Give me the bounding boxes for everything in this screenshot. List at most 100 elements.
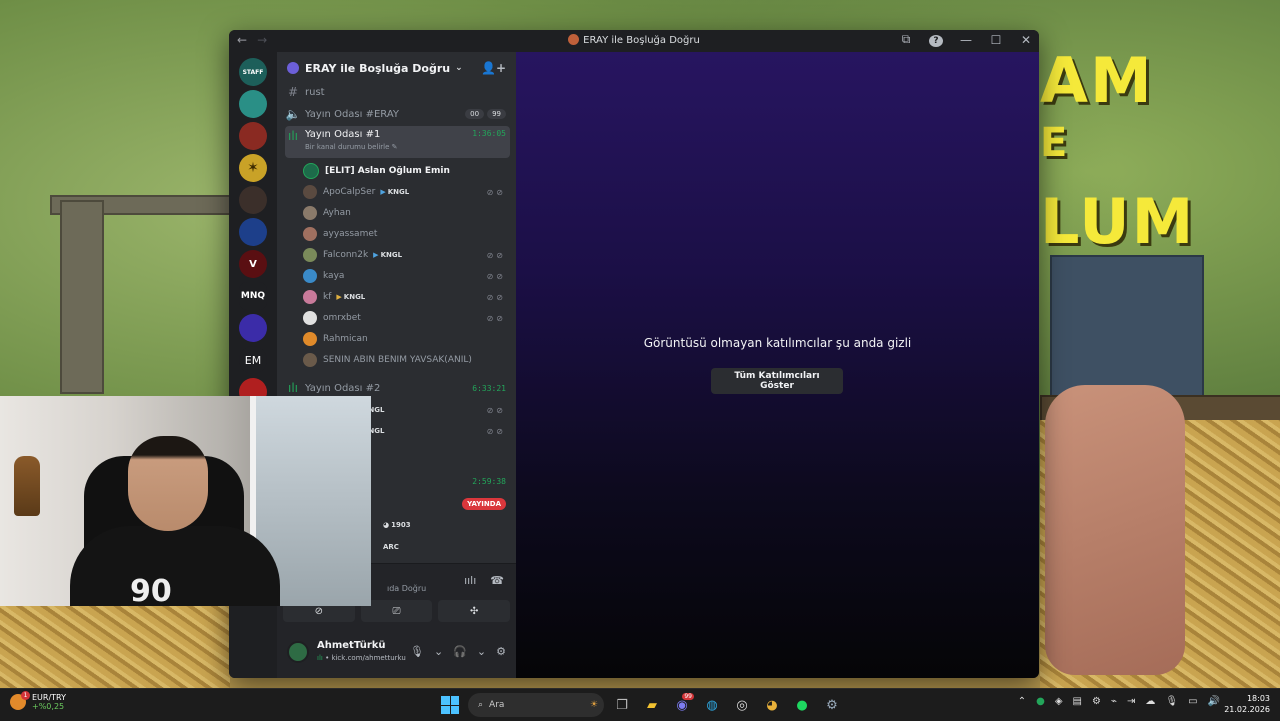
voice-user-row[interactable]: kaya ⊘⊘ xyxy=(303,266,510,286)
mute-deafen-icons: ⊘⊘ xyxy=(486,292,506,302)
user-status: ılı • kick.com/ahmetturku xyxy=(317,654,406,662)
disconnect-icon[interactable]: ☎ xyxy=(490,574,504,587)
window-controls: ⧉ ? — ☐ ✕ xyxy=(899,32,1033,47)
tray-app-icon[interactable]: ▤ xyxy=(1073,696,1082,707)
channel-rust[interactable]: # rust xyxy=(285,82,510,102)
live-badge: YAYINDA xyxy=(462,498,506,510)
channel-voice-1[interactable]: ılı Yayın Odası #1 1:36:05 Bir kanal duru… xyxy=(285,126,510,158)
wallpaper-text-lum: LUM xyxy=(1040,185,1196,258)
tray-steam-icon[interactable]: ⚙ xyxy=(1092,696,1101,707)
discord-icon[interactable]: ◉ 99 xyxy=(670,693,694,717)
server-teal[interactable] xyxy=(239,90,267,118)
voice-channel-label[interactable]: ıda Doğru xyxy=(387,584,426,593)
mute-deafen-icons: ⊘⊘ xyxy=(486,187,506,197)
ticker-widget[interactable]: 1 EUR/TRY +%0,25 xyxy=(10,691,66,711)
maximize-button[interactable]: ☐ xyxy=(989,33,1003,47)
inbox-icon[interactable]: ⧉ xyxy=(899,32,913,47)
hay-bale-left xyxy=(0,600,230,688)
headphones-icon[interactable]: 🎧 xyxy=(453,645,467,658)
server-em[interactable]: EM xyxy=(239,346,267,374)
channel-voice-eray[interactable]: 🔈 Yayın Odası #ERAY 00 99 xyxy=(285,104,510,124)
spotify-icon[interactable]: ● xyxy=(790,693,814,717)
tray-app-icon[interactable]: ◈ xyxy=(1055,696,1063,707)
tray-app-icon[interactable]: ☁ xyxy=(1145,696,1155,707)
show-all-participants-button[interactable]: Tüm Katılımcıları Göster xyxy=(711,368,843,394)
tray-green-icon[interactable]: ● xyxy=(1036,696,1045,707)
hash-icon: # xyxy=(287,85,299,99)
activities-button[interactable]: ✣ xyxy=(438,600,511,622)
server-red-logo[interactable] xyxy=(239,122,267,150)
server-purple[interactable] xyxy=(239,314,267,342)
channel-timer: 1:36:05 xyxy=(472,129,506,138)
voice-user-row[interactable]: SENIN ABIN BENIM YAVSAK(ANIL) xyxy=(303,350,510,370)
clan-tag: ◕ 1903 xyxy=(383,521,411,529)
start-button[interactable] xyxy=(438,693,462,717)
server-avatar[interactable] xyxy=(239,186,267,214)
title-bar: ← → ERAY ile Boşluğa Doğru ⧉ ? — ☐ ✕ xyxy=(229,30,1039,52)
volume-icon[interactable]: 🔊 xyxy=(1208,696,1220,707)
mute-deafen-icons: ⊘⊘ xyxy=(486,313,506,323)
server-staff[interactable]: STAFF xyxy=(239,58,267,86)
steam-icon[interactable]: ⚙ xyxy=(820,693,844,717)
voice-user-row[interactable]: ApoCalpSer ▶ KNGL ⊘⊘ xyxy=(303,182,510,202)
obs-icon[interactable]: ◎ xyxy=(730,693,754,717)
server-header[interactable]: ERAY ile Boşluğa Doğru ⌄ 👤+ xyxy=(277,52,516,84)
boost-icon xyxy=(287,62,299,74)
avatar xyxy=(303,206,317,220)
avatar xyxy=(303,311,317,325)
user-count-badge: 00 xyxy=(465,109,485,119)
chevron-up-icon[interactable]: ⌃ xyxy=(1018,696,1026,707)
webcam-statue xyxy=(14,456,40,516)
invite-people-icon[interactable]: 👤+ xyxy=(481,61,506,75)
chevron-down-icon[interactable]: ⌄ xyxy=(477,645,486,658)
edge-icon[interactable]: ◍ xyxy=(700,693,724,717)
mute-deafen-icons: ⊘⊘ xyxy=(486,271,506,281)
voice-user-row[interactable]: kf ▶ KNGL ⊘⊘ xyxy=(303,287,510,307)
screen-share-button[interactable]: ⎚ xyxy=(360,600,433,622)
server-mnq[interactable]: MNQ xyxy=(239,282,267,310)
clock[interactable]: 18:03 21.02.2026 xyxy=(1224,693,1270,715)
webcam-person-head xyxy=(128,436,208,531)
search-icon: ⌕ xyxy=(478,700,484,710)
tray-app-icon[interactable]: ⇥ xyxy=(1127,696,1135,707)
task-view-icon[interactable]: ❐ xyxy=(610,693,634,717)
voice-user-row[interactable]: ayyassamet xyxy=(303,224,510,244)
server-star[interactable]: ✶ xyxy=(239,154,267,182)
voice-active-icon: ılı xyxy=(287,381,298,395)
microphone-icon[interactable]: 🎙 xyxy=(1165,696,1178,707)
minimize-button[interactable]: — xyxy=(959,33,973,47)
avatar[interactable] xyxy=(287,641,309,663)
clan-tag: ▶ KNGL xyxy=(336,293,366,301)
search-box[interactable]: ⌕ Ara ☀ xyxy=(468,693,604,717)
avatar xyxy=(303,185,317,199)
help-icon[interactable]: ? xyxy=(929,32,943,47)
system-tray: ⌃ ● ◈ ▤ ⚙ ⌁ ⇥ ☁ 🎙 ▭ 🔊 xyxy=(1018,696,1220,707)
server-blue-emblem[interactable] xyxy=(239,218,267,246)
mute-deafen-icons: ⊘⊘ xyxy=(486,426,506,436)
channel-voice-2[interactable]: ılı Yayın Odası #2 6:33:21 xyxy=(285,378,510,398)
wallpaper-text-am: AM xyxy=(1040,44,1154,117)
voice-user-row[interactable]: omrxbet ⊘⊘ xyxy=(303,308,510,328)
display-icon[interactable]: ▭ xyxy=(1188,696,1197,707)
microphone-icon[interactable]: 🎙 xyxy=(410,645,424,658)
user-name[interactable]: AhmetTürkü xyxy=(317,640,386,651)
tray-app-icon[interactable]: ⌁ xyxy=(1111,696,1117,707)
chevron-down-icon[interactable]: ⌄ xyxy=(434,645,443,658)
server-v-logo[interactable]: V xyxy=(239,250,267,278)
webcam-overlay: 90 xyxy=(0,396,371,606)
gear-icon[interactable]: ⚙ xyxy=(496,645,506,658)
noise-suppression-icon[interactable]: ıılı xyxy=(464,574,476,587)
voice-user-row[interactable]: [ELIT] Aslan Oğlum Emin xyxy=(303,161,510,181)
shirt-print: 90 xyxy=(130,574,172,606)
clock-time: 18:03 xyxy=(1246,694,1270,703)
close-button[interactable]: ✕ xyxy=(1019,33,1033,47)
chrome-icon[interactable]: ◕ xyxy=(760,693,784,717)
file-explorer-icon[interactable]: ▰ xyxy=(640,693,664,717)
voice-user-row[interactable]: Rahmican xyxy=(303,329,510,349)
ticker-change: +%0,25 xyxy=(32,702,65,711)
channel-status-hint[interactable]: Bir kanal durumu belirle ✎ xyxy=(305,143,398,151)
voice-user-row[interactable]: Falconn2k ▶ KNGL ⊘⊘ xyxy=(303,245,510,265)
clock-date: 21.02.2026 xyxy=(1224,705,1270,714)
fence-post xyxy=(60,200,104,394)
voice-user-row[interactable]: Ayhan xyxy=(303,203,510,223)
